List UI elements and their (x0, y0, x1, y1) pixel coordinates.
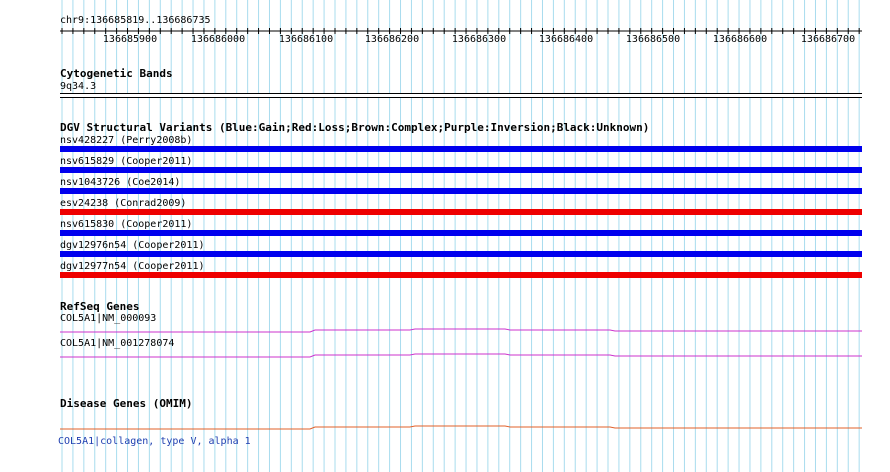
refseq-gene-line[interactable] (0, 324, 890, 336)
ruler-tick-label: 136686600 (712, 34, 768, 45)
ruler-tick-label: 136686100 (278, 34, 334, 45)
refseq-track-title: RefSeq Genes (60, 300, 140, 313)
dgv-variant-bar-gain[interactable] (60, 230, 862, 236)
cytoband-label: 9q34.3 (60, 81, 97, 92)
ruler-tick-label: 136686400 (538, 34, 594, 45)
dgv-variant-bar-gain[interactable] (60, 167, 862, 173)
ruler-tick-label: 136686500 (625, 34, 681, 45)
refseq-gene-line-path (60, 328, 862, 333)
cytoband-track-title: Cytogenetic Bands (60, 67, 173, 80)
ruler-tick-label: 136685900 (102, 34, 158, 45)
omim-gene-line[interactable] (0, 421, 890, 433)
ruler-tick-label: 136686200 (364, 34, 420, 45)
refseq-gene-line[interactable] (0, 349, 890, 361)
dgv-track-title: DGV Structural Variants (Blue:Gain;Red:L… (60, 121, 650, 134)
dgv-variant-bar-gain[interactable] (60, 146, 862, 152)
dgv-variant-bar-gain[interactable] (60, 251, 862, 257)
dgv-variant-bar-loss[interactable] (60, 272, 862, 278)
cytoband-bar[interactable] (60, 93, 862, 98)
dgv-variant-bar-loss[interactable] (60, 209, 862, 215)
ruler-tick-label: 136686700 (800, 34, 856, 45)
refseq-gene-line-path (60, 353, 862, 358)
omim-gene-line-path (60, 425, 862, 430)
dgv-variant-bar-gain[interactable] (60, 188, 862, 194)
omim-gene-link[interactable]: COL5A1|collagen, type V, alpha 1 (58, 436, 251, 448)
ruler-tick-labels: 136685900 136686000 136686100 136686200 1366… (0, 34, 890, 46)
omim-track-title: Disease Genes (OMIM) (60, 397, 193, 410)
ruler-tick-label: 136686300 (451, 34, 507, 45)
ruler-tick-label: 136686000 (190, 34, 246, 45)
